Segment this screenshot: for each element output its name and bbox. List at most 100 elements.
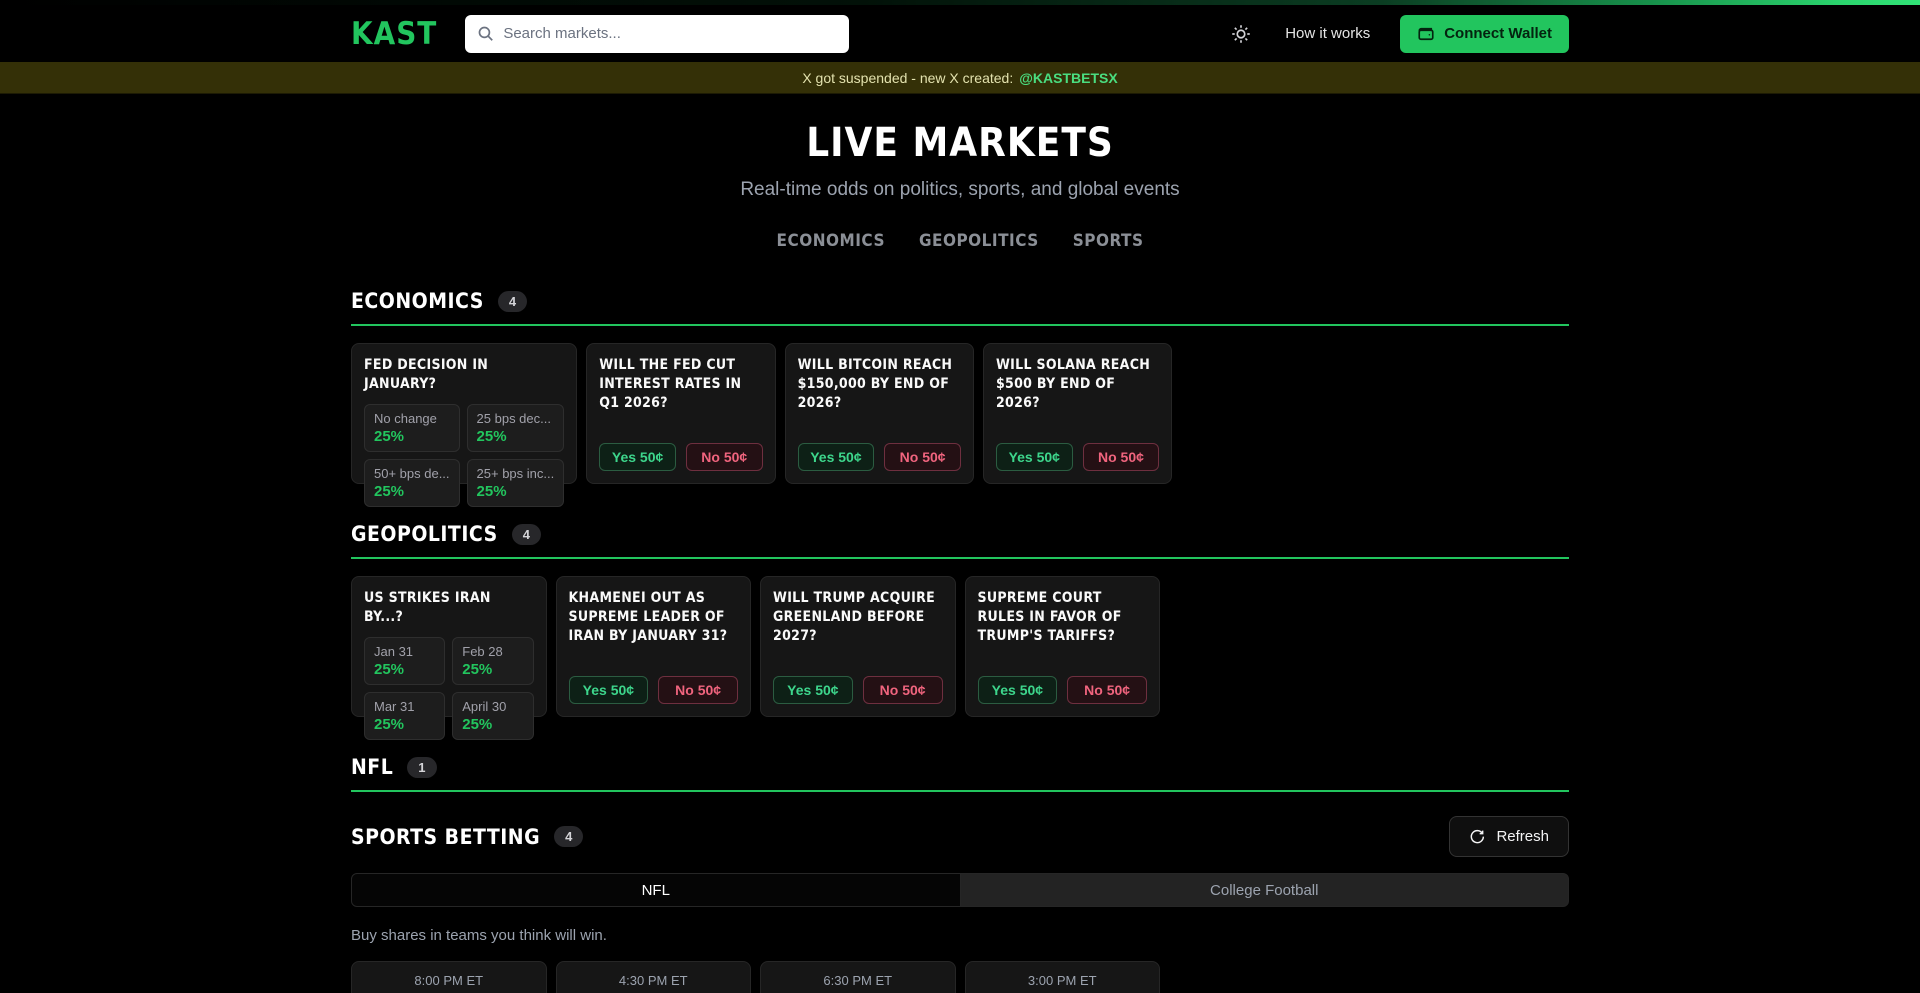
no-button[interactable]: No 50¢ [1083,443,1160,471]
no-button[interactable]: No 50¢ [686,443,763,471]
tab-sports[interactable]: SPORTS [1073,231,1144,251]
tab-economics[interactable]: ECONOMICS [777,231,885,251]
game-time: 6:30 PM ET [773,973,943,988]
market-card[interactable]: KHAMENEI OUT AS SUPREME LEADER OF IRAN B… [556,576,752,717]
refresh-button[interactable]: Refresh [1449,816,1569,857]
game-card[interactable]: 3:00 PM ET LAR @ CHI [965,961,1161,993]
league-tabs: NFL College Football [351,873,1569,907]
yes-button[interactable]: Yes 50¢ [569,676,649,704]
option-label: 25 bps dec... [477,411,555,426]
page-title: LIVE MARKETS [351,120,1569,166]
search-icon [477,25,494,42]
yes-button[interactable]: Yes 50¢ [773,676,853,704]
market-title: WILL BITCOIN REACH $150,000 BY END OF 20… [798,356,961,413]
market-title: WILL SOLANA REACH $500 BY END OF 2026? [996,356,1159,413]
no-button[interactable]: No 50¢ [884,443,961,471]
count-badge: 1 [407,757,436,778]
market-option[interactable]: 25+ bps inc... 25% [467,459,565,507]
main-content: LIVE MARKETS Real-time odds on politics,… [351,120,1569,993]
game-card[interactable]: 6:30 PM ET HOU @ NE [760,961,956,993]
market-card[interactable]: US STRIKES IRAN BY...? Jan 31 25% Feb 28… [351,576,547,717]
refresh-icon [1469,829,1485,845]
option-percent: 25% [462,716,523,733]
option-label: Jan 31 [374,644,435,659]
section-nfl: NFL 1 [351,755,1569,792]
section-title: GEOPOLITICS [351,522,498,546]
game-time: 4:30 PM ET [569,973,739,988]
market-option[interactable]: 25 bps dec... 25% [467,404,565,452]
market-option[interactable]: Feb 28 25% [452,637,533,685]
section-title: ECONOMICS [351,289,484,313]
option-percent: 25% [374,661,435,678]
count-badge: 4 [554,826,583,847]
section-economics: ECONOMICS 4 FED DECISION IN JANUARY? No … [351,289,1569,484]
tab-geopolitics[interactable]: GEOPOLITICS [919,231,1039,251]
section-geopolitics: GEOPOLITICS 4 US STRIKES IRAN BY...? Jan… [351,522,1569,717]
option-percent: 25% [477,428,555,445]
yes-button[interactable]: Yes 50¢ [996,443,1073,471]
option-label: Mar 31 [374,699,435,714]
option-label: No change [374,411,450,426]
yes-button[interactable]: Yes 50¢ [798,443,875,471]
market-card[interactable]: SUPREME COURT RULES IN FAVOR OF TRUMP'S … [965,576,1161,717]
game-card[interactable]: 4:30 PM ET SF @ SEA [556,961,752,993]
market-card[interactable]: WILL THE FED CUT INTEREST RATES IN Q1 20… [586,343,775,484]
market-option[interactable]: Mar 31 25% [364,692,445,740]
market-card[interactable]: WILL SOLANA REACH $500 BY END OF 2026? Y… [983,343,1172,484]
option-percent: 25% [374,428,450,445]
tab-college-football[interactable]: College Football [961,874,1569,906]
header: KAST How it works Connect Wallet [0,5,1920,62]
market-title: FED DECISION IN JANUARY? [364,356,564,394]
game-time: 8:00 PM ET [364,973,534,988]
section-sports-betting: SPORTS BETTING 4 Refresh NFL College Foo… [351,816,1569,993]
count-badge: 4 [498,291,527,312]
section-divider [351,557,1569,559]
yes-button[interactable]: Yes 50¢ [978,676,1058,704]
option-label: Feb 28 [462,644,523,659]
option-label: 50+ bps de... [374,466,450,481]
market-card[interactable]: WILL BITCOIN REACH $150,000 BY END OF 20… [785,343,974,484]
connect-wallet-button[interactable]: Connect Wallet [1400,15,1569,53]
market-card[interactable]: WILL TRUMP ACQUIRE GREENLAND BEFORE 2027… [760,576,956,717]
count-badge: 4 [512,524,541,545]
market-title: WILL THE FED CUT INTEREST RATES IN Q1 20… [599,356,762,413]
game-card[interactable]: 8:00 PM ET BUF @ DEN [351,961,547,993]
option-percent: 25% [374,483,450,500]
search-input[interactable] [465,15,849,53]
sun-icon [1231,24,1251,44]
option-label: April 30 [462,699,523,714]
option-percent: 25% [462,661,523,678]
no-button[interactable]: No 50¢ [863,676,943,704]
page-subtitle: Real-time odds on politics, sports, and … [351,179,1569,201]
no-button[interactable]: No 50¢ [658,676,738,704]
search-box[interactable] [465,15,849,53]
no-button[interactable]: No 50¢ [1067,676,1147,704]
market-option[interactable]: Jan 31 25% [364,637,445,685]
refresh-label: Refresh [1496,828,1549,845]
market-title: US STRIKES IRAN BY...? [364,589,534,627]
market-title: SUPREME COURT RULES IN FAVOR OF TRUMP'S … [978,589,1148,646]
section-divider [351,790,1569,792]
market-option[interactable]: No change 25% [364,404,460,452]
market-option[interactable]: 50+ bps de... 25% [364,459,460,507]
section-title: NFL [351,755,393,779]
yes-button[interactable]: Yes 50¢ [599,443,676,471]
market-card[interactable]: FED DECISION IN JANUARY? No change 25% 2… [351,343,577,484]
brand-logo[interactable]: KAST [351,16,437,52]
wallet-icon [1417,25,1435,43]
banner-link[interactable]: @KASTBETSX [1019,70,1117,86]
market-option[interactable]: April 30 25% [452,692,533,740]
option-percent: 25% [477,483,555,500]
market-title: WILL TRUMP ACQUIRE GREENLAND BEFORE 2027… [773,589,943,646]
theme-toggle-button[interactable] [1227,20,1255,48]
section-divider [351,324,1569,326]
tab-nfl[interactable]: NFL [352,874,961,906]
how-it-works-link[interactable]: How it works [1285,25,1370,42]
announcement-banner: X got suspended - new X created: @KASTBE… [0,62,1920,94]
game-time: 3:00 PM ET [978,973,1148,988]
option-percent: 25% [374,716,435,733]
banner-text: X got suspended - new X created: [802,70,1013,86]
betting-hint: Buy shares in teams you think will win. [351,927,1569,944]
section-title: SPORTS BETTING [351,825,540,849]
option-label: 25+ bps inc... [477,466,555,481]
